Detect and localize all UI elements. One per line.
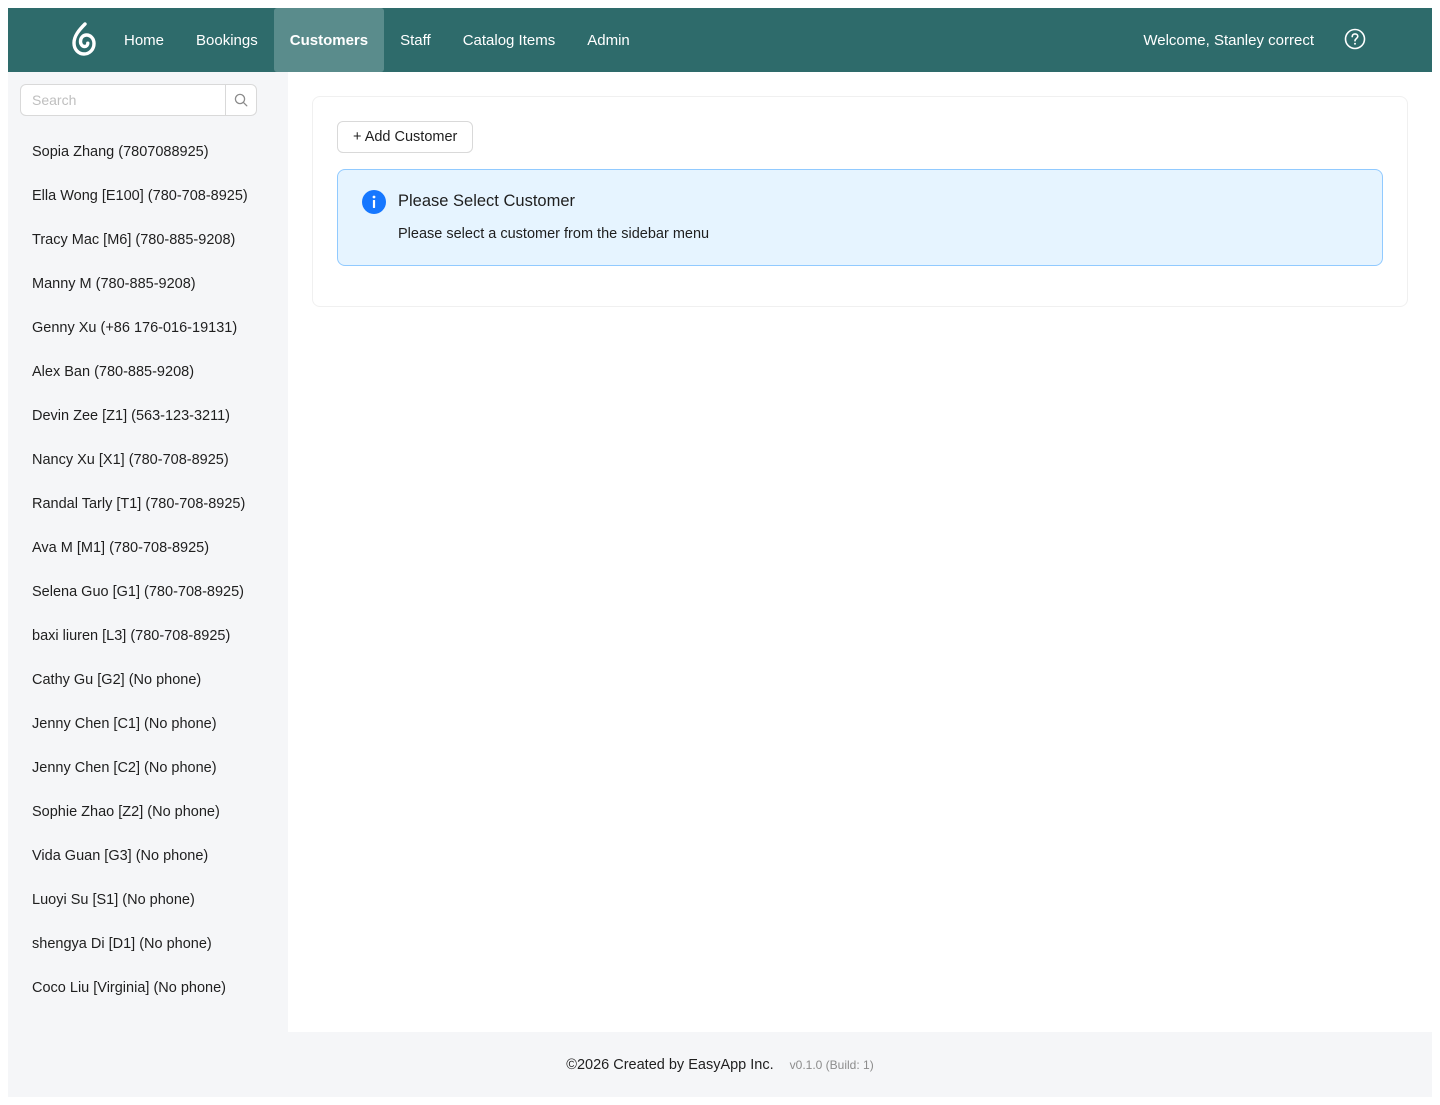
nav-customers[interactable]: Customers [273,8,385,72]
customer-list-item[interactable]: baxi liuren [L3] (780-708-8925) [8,614,288,658]
nav-staff[interactable]: Staff [384,8,447,72]
content-card: + Add Customer Please Select Customer Pl… [312,96,1408,307]
customer-list-item[interactable]: shengya Di [D1] (No phone) [8,922,288,966]
flame-logo-icon[interactable] [70,22,98,56]
alert-title: Please Select Customer [398,192,575,210]
customer-list-item[interactable]: Sopia Zhang (7807088925) [8,130,288,174]
customer-list-item[interactable]: Cathy Gu [G2] (No phone) [8,658,288,702]
customer-sidebar: Sopia Zhang (7807088925) Ella Wong [E100… [8,72,288,1032]
info-circle-icon [362,190,386,214]
top-header: Home Bookings Customers Staff Catalog It… [8,8,1432,72]
search-input[interactable] [21,85,225,115]
info-alert: Please Select Customer Please select a c… [337,169,1383,266]
question-circle-icon[interactable] [1344,28,1366,50]
customer-list-item[interactable]: Vida Guan [G3] (No phone) [8,834,288,878]
search-box [20,84,257,116]
welcome-user[interactable]: Welcome, Stanley correct [1143,8,1314,72]
nav-catalog-items[interactable]: Catalog Items [447,8,572,72]
main-nav: Home Bookings Customers Staff Catalog It… [108,8,646,72]
customer-list-item[interactable]: Alex Ban (780-885-9208) [8,350,288,394]
customer-list-item[interactable]: Sophie Zhao [Z2] (No phone) [8,790,288,834]
add-customer-button[interactable]: + Add Customer [337,121,474,153]
footer-copyright: ©2026 Created by EasyApp Inc. [566,1056,774,1073]
search-icon [234,93,248,107]
nav-admin[interactable]: Admin [571,8,646,72]
customer-list-item[interactable]: Genny Xu (+86 176-016-19131) [8,306,288,350]
customer-list-item[interactable]: Ava M [M1] (780-708-8925) [8,526,288,570]
customer-list-item[interactable]: Selena Guo [G1] (780-708-8925) [8,570,288,614]
main-content: + Add Customer Please Select Customer Pl… [288,72,1432,1032]
customer-list-item[interactable]: Devin Zee [Z1] (563-123-3211) [8,394,288,438]
customer-list: Sopia Zhang (7807088925) Ella Wong [E100… [8,130,288,1010]
customer-list-item[interactable]: Jenny Chen [C1] (No phone) [8,702,288,746]
customer-list-item[interactable]: Nancy Xu [X1] (780-708-8925) [8,438,288,482]
customer-list-item[interactable]: Luoyi Su [S1] (No phone) [8,878,288,922]
customer-list-item[interactable]: Manny M (780-885-9208) [8,262,288,306]
customer-list-item[interactable]: Coco Liu [Virginia] (No phone) [8,966,288,1010]
customer-list-item[interactable]: Randal Tarly [T1] (780-708-8925) [8,482,288,526]
page-footer: ©2026 Created by EasyApp Inc. v0.1.0 (Bu… [8,1032,1432,1097]
footer-version: v0.1.0 (Build: 1) [789,1057,874,1072]
customer-list-item[interactable]: Tracy Mac [M6] (780-885-9208) [8,218,288,262]
nav-bookings[interactable]: Bookings [180,8,274,72]
app-root: Home Bookings Customers Staff Catalog It… [8,8,1432,1097]
nav-home[interactable]: Home [108,8,180,72]
alert-description: Please select a customer from the sideba… [398,226,710,242]
customer-list-item[interactable]: Jenny Chen [C2] (No phone) [8,746,288,790]
search-button[interactable] [225,85,256,115]
customer-list-item[interactable]: Ella Wong [E100] (780-708-8925) [8,174,288,218]
